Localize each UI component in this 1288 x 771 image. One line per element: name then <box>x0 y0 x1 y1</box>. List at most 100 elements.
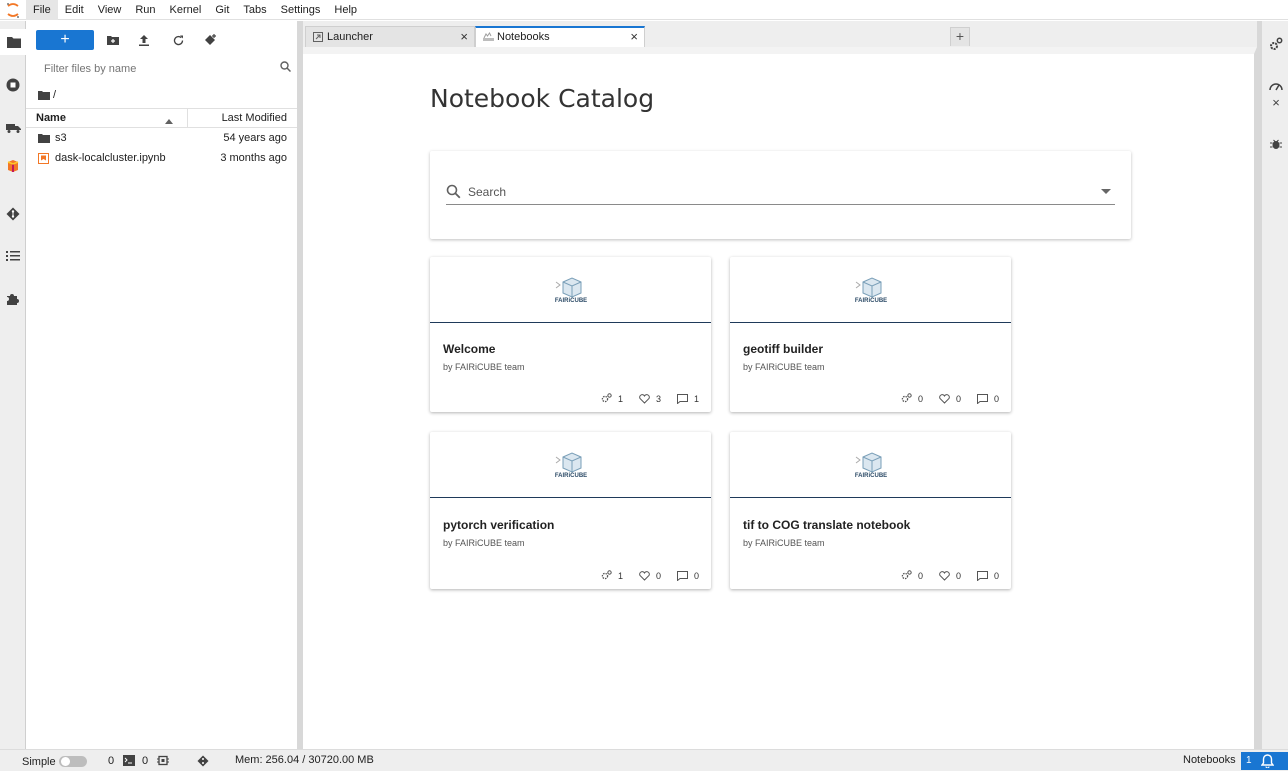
filter-files-input[interactable] <box>36 58 266 80</box>
breadcrumb-root[interactable]: / <box>53 89 56 101</box>
card-author: by FAIRiCUBE team <box>743 362 825 372</box>
folder-icon[interactable] <box>38 90 50 100</box>
terminal-icon <box>123 755 135 769</box>
menu-run[interactable]: Run <box>128 0 162 20</box>
gears-icon <box>601 570 612 580</box>
search-field <box>446 179 1115 205</box>
right-sidebar-tabs: × <box>1262 21 1288 749</box>
heart-icon <box>939 393 950 404</box>
comment-icon <box>976 570 988 581</box>
cube-icon <box>7 160 19 172</box>
card-thumbnail: FAIRiCUBE <box>730 432 1011 498</box>
git-clone-button[interactable] <box>203 32 219 48</box>
chevron-down-icon[interactable] <box>1101 189 1111 194</box>
new-folder-icon <box>107 36 119 45</box>
search-card <box>430 151 1131 239</box>
card-stats: 1 3 1 <box>585 393 699 404</box>
upload-button[interactable] <box>136 32 152 48</box>
folder-icon <box>6 37 21 48</box>
comments-stat[interactable]: 0 <box>976 570 999 581</box>
column-divider[interactable] <box>187 109 188 128</box>
likes-stat[interactable]: 0 <box>939 394 961 404</box>
menu-kernel[interactable]: Kernel <box>163 0 209 20</box>
likes-stat[interactable]: 3 <box>639 394 661 404</box>
file-filter <box>36 58 292 80</box>
file-browser-tab[interactable] <box>0 29 27 55</box>
column-header-name[interactable]: Name <box>36 112 66 124</box>
tab-label: Notebooks <box>497 31 550 43</box>
heart-icon <box>639 570 650 581</box>
notifications-button[interactable]: 1 <box>1241 752 1288 770</box>
refresh-button[interactable] <box>170 32 186 48</box>
git-icon <box>6 207 20 221</box>
git-clone-icon <box>205 34 216 45</box>
jupyterlab-app: File Edit View Run Kernel Git Tabs Setti… <box>0 0 1288 771</box>
card-thumbnail: FAIRiCUBE <box>430 257 711 323</box>
file-list-header: Name Last Modified <box>26 108 297 128</box>
left-sidebar-tabs <box>0 21 27 749</box>
git-status-icon[interactable] <box>197 755 209 770</box>
debugger-tab[interactable] <box>1267 135 1285 153</box>
kernel-count[interactable]: 0 <box>142 755 148 767</box>
notebook-card-tif-to-cog[interactable]: FAIRiCUBE tif to COG translate notebook … <box>730 432 1011 589</box>
simple-mode-toggle[interactable] <box>59 756 87 767</box>
runs-stat: 0 <box>901 393 923 404</box>
terminal-count[interactable]: 0 <box>108 755 114 767</box>
file-row-s3[interactable]: s3 54 years ago <box>26 129 297 149</box>
extension-manager-tab[interactable] <box>0 286 26 312</box>
likes-stat[interactable]: 0 <box>939 571 961 581</box>
close-panel-button[interactable]: × <box>1267 93 1285 111</box>
likes-stat[interactable]: 0 <box>639 571 661 581</box>
notification-count: 1 <box>1246 755 1252 766</box>
main-tab-bar: Launcher × Notebooks × + <box>303 21 1260 48</box>
close-icon[interactable]: × <box>460 30 468 43</box>
close-icon[interactable]: × <box>630 30 638 43</box>
menu-file[interactable]: File <box>26 0 58 20</box>
file-row-dask-localcluster[interactable]: dask-localcluster.ipynb 3 months ago <box>26 149 297 169</box>
catalog-search-input[interactable] <box>468 181 1088 203</box>
memory-usage: Mem: 256.04 / 30720.00 MB <box>235 754 374 766</box>
menu-view[interactable]: View <box>91 0 129 20</box>
notebook-icon <box>38 153 49 167</box>
tab-launcher[interactable]: Launcher × <box>305 26 475 47</box>
jupyter-logo-icon <box>0 0 26 20</box>
menu-settings[interactable]: Settings <box>274 0 328 20</box>
bug-icon <box>1270 139 1282 149</box>
notebook-catalog-panel: Notebook Catalog FAIRiCUBE Welcome by FA… <box>303 47 1257 749</box>
svg-text:FAIRiCUBE: FAIRiCUBE <box>554 473 586 479</box>
tab-label: Launcher <box>327 31 373 43</box>
table-of-contents-tab[interactable] <box>0 243 26 269</box>
stop-circle-icon <box>6 78 20 92</box>
comments-stat[interactable]: 0 <box>976 393 999 404</box>
card-stats: 0 0 0 <box>885 570 999 581</box>
svg-text:FAIRiCUBE: FAIRiCUBE <box>554 298 586 304</box>
search-icon <box>280 61 292 75</box>
menu-edit[interactable]: Edit <box>58 0 91 20</box>
comment-icon <box>676 393 688 404</box>
new-folder-button[interactable] <box>105 32 121 48</box>
card-title: tif to COG translate notebook <box>743 518 911 532</box>
launcher-icon <box>313 32 323 45</box>
notebook-card-welcome[interactable]: FAIRiCUBE Welcome by FAIRiCUBE team 1 3 … <box>430 257 711 412</box>
add-tab-button[interactable]: + <box>950 27 970 46</box>
running-kernels-tab[interactable] <box>0 72 26 98</box>
comments-stat[interactable]: 1 <box>676 393 699 404</box>
extension-cube-tab[interactable] <box>0 153 26 179</box>
card-thumbnail: FAIRiCUBE <box>730 257 1011 323</box>
comments-stat[interactable]: 0 <box>676 570 699 581</box>
gears-icon <box>1270 37 1283 50</box>
menu-git[interactable]: Git <box>208 0 236 20</box>
svg-text:FAIRiCUBE: FAIRiCUBE <box>854 298 886 304</box>
menu-tabs[interactable]: Tabs <box>236 0 273 20</box>
notebook-card-geotiff-builder[interactable]: FAIRiCUBE geotiff builder by FAIRiCUBE t… <box>730 257 1011 412</box>
property-inspector-tab[interactable] <box>1267 35 1285 53</box>
puzzle-icon <box>7 294 19 305</box>
fairicube-logo-icon: FAIRiCUBE <box>554 276 587 304</box>
new-launcher-button[interactable]: + <box>36 30 94 50</box>
git-tab[interactable] <box>0 201 26 227</box>
tab-notebooks[interactable]: Notebooks × <box>475 26 645 48</box>
column-header-last-modified[interactable]: Last Modified <box>222 112 287 124</box>
dask-tab[interactable] <box>0 115 26 141</box>
menu-help[interactable]: Help <box>327 0 364 20</box>
notebook-card-pytorch-verification[interactable]: FAIRiCUBE pytorch verification by FAIRiC… <box>430 432 711 589</box>
